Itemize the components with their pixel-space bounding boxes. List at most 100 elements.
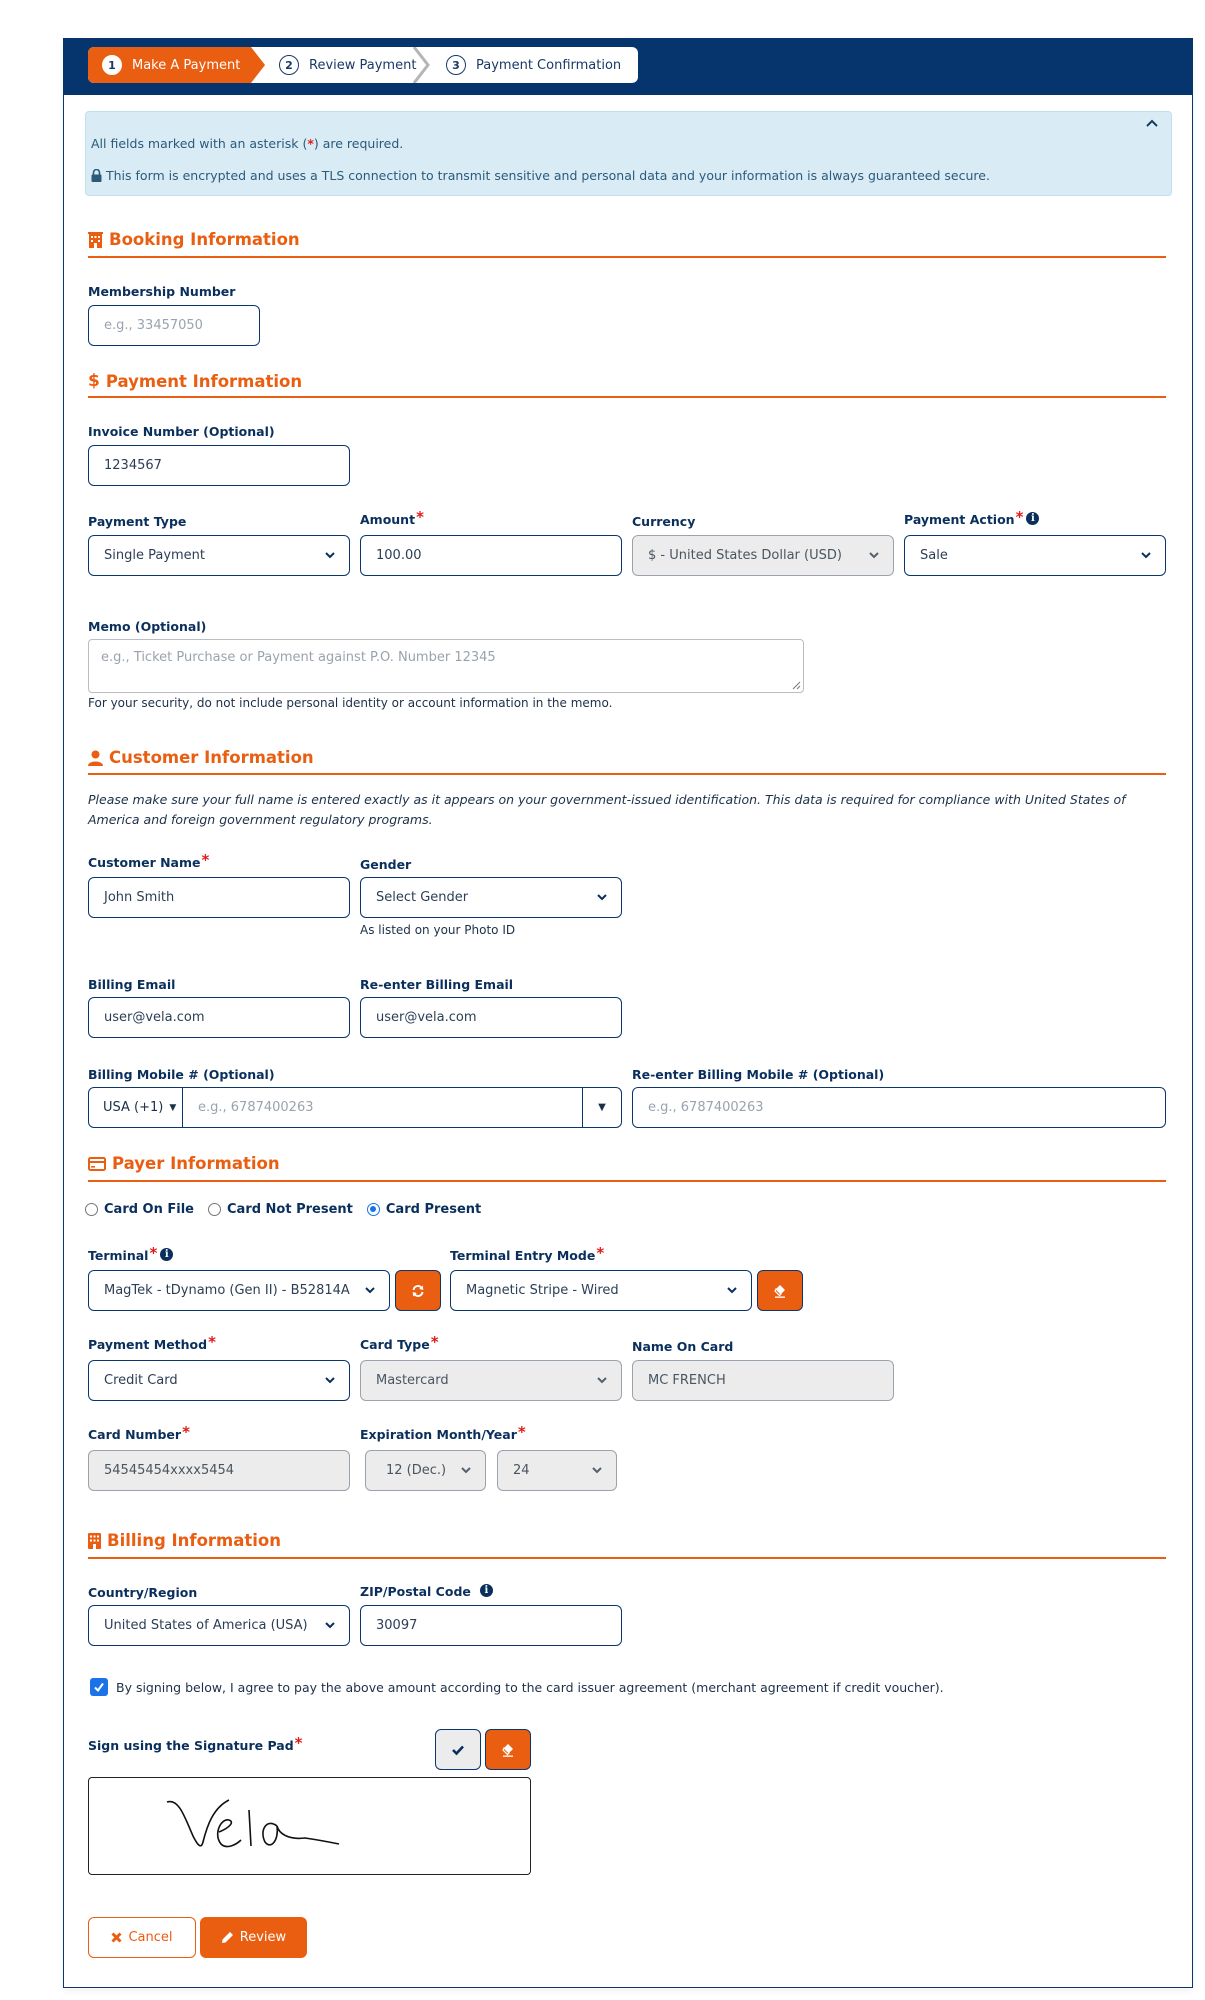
radio-card-present[interactable]: Card Present: [366, 1202, 481, 1217]
refresh-terminals-button[interactable]: [395, 1270, 441, 1311]
payment-method-value: Credit Card: [104, 1373, 178, 1388]
close-icon: [111, 1932, 123, 1943]
required-asterisk: *: [294, 1734, 303, 1752]
expiration-year-select[interactable]: 24: [497, 1450, 617, 1491]
country-code-select[interactable]: USA (+1) ▼: [89, 1088, 183, 1127]
payment-method-label-text: Payment Method: [88, 1337, 208, 1352]
required-asterisk: *: [416, 508, 424, 526]
amount-input[interactable]: 100.00: [360, 535, 622, 576]
required-asterisk: *: [1015, 508, 1024, 526]
info-icon[interactable]: i: [160, 1248, 174, 1261]
billing-mobile-input[interactable]: e.g., 6787400263: [183, 1088, 583, 1127]
check-icon: [452, 1745, 464, 1755]
gender-value: Select Gender: [376, 890, 469, 905]
country-value: United States of America (USA): [104, 1618, 308, 1633]
required-asterisk: *: [201, 851, 210, 869]
terminal-select[interactable]: MagTek - tDynamo (Gen II) - B52814A: [88, 1270, 390, 1311]
step-label: Make A Payment: [132, 57, 241, 73]
customer-name-label-text: Customer Name: [88, 855, 201, 870]
membership-number-input[interactable]: e.g., 33457050: [88, 305, 260, 346]
reenter-billing-email-input[interactable]: user@vela.com: [360, 997, 622, 1038]
payer-mode-radio-group: Card On File Card Not Present Card Prese…: [85, 1202, 481, 1217]
accept-signature-button[interactable]: [435, 1729, 481, 1770]
section-divider: [88, 773, 1166, 775]
name-on-card-input[interactable]: MC FRENCH: [632, 1360, 894, 1401]
caret-down-icon: ▼: [598, 1102, 606, 1113]
payment-action-value: Sale: [920, 548, 948, 563]
card-type-value: Mastercard: [376, 1373, 449, 1388]
building-icon: [88, 1532, 101, 1549]
terminal-entry-mode-select[interactable]: Magnetic Stripe - Wired: [450, 1270, 752, 1311]
required-asterisk: *: [430, 1333, 439, 1351]
step-number: 2: [279, 55, 299, 75]
entry-mode-value: Magnetic Stripe - Wired: [466, 1283, 619, 1298]
chevron-down-icon: [365, 1287, 375, 1294]
chevron-up-icon[interactable]: [1145, 118, 1159, 128]
signature-label-text: Sign using the Signature Pad: [88, 1738, 294, 1753]
payment-action-select[interactable]: Sale: [904, 535, 1166, 576]
terminal-entry-mode-label: Terminal Entry Mode *: [450, 1244, 605, 1264]
radio-button[interactable]: [85, 1203, 98, 1216]
billing-email-input[interactable]: user@vela.com: [88, 997, 350, 1038]
section-billing-title: Billing Information: [88, 1531, 281, 1550]
review-button[interactable]: Review: [200, 1917, 307, 1958]
clear-signature-button[interactable]: [485, 1729, 531, 1770]
payment-type-value: Single Payment: [104, 548, 206, 563]
customer-name-input[interactable]: John Smith: [88, 877, 350, 918]
zip-input[interactable]: 30097: [360, 1605, 622, 1646]
memo-textarea[interactable]: e.g., Ticket Purchase or Payment against…: [88, 639, 804, 693]
section-divider: [88, 1180, 1166, 1182]
membership-label: Membership Number: [88, 284, 236, 299]
terminal-label-text: Terminal: [88, 1248, 149, 1263]
security-note: This form is encrypted and uses a TLS co…: [91, 168, 990, 183]
payment-type-select[interactable]: Single Payment: [88, 535, 350, 576]
refresh-icon: [412, 1284, 424, 1297]
name-on-card-label: Name On Card: [632, 1339, 734, 1354]
billing-email-label: Billing Email: [88, 977, 176, 992]
resize-handle-icon[interactable]: [791, 680, 801, 690]
section-customer-title: Customer Information: [88, 748, 314, 767]
step-payment-confirmation: 3 Payment Confirmation: [426, 47, 621, 83]
required-note-prefix: All fields marked with an asterisk (: [91, 136, 308, 151]
info-icon[interactable]: i: [479, 1584, 493, 1597]
payment-action-label: Payment Action * i: [904, 508, 1040, 527]
section-title-text: Payer Information: [112, 1154, 280, 1173]
country-select[interactable]: United States of America (USA): [88, 1605, 350, 1646]
card-type-select[interactable]: Mastercard: [360, 1360, 622, 1401]
reenter-billing-mobile-label: Re-enter Billing Mobile # (Optional): [632, 1067, 885, 1082]
billing-mobile-group: USA (+1) ▼ e.g., 6787400263 ▼: [88, 1087, 622, 1128]
credit-card-icon: [88, 1156, 106, 1171]
radio-button[interactable]: [366, 1203, 380, 1216]
radio-button[interactable]: [208, 1203, 221, 1216]
expiration-month-select[interactable]: 12 (Dec.): [365, 1450, 486, 1491]
radio-card-not-present[interactable]: Card Not Present: [208, 1202, 353, 1217]
progress-stepper: 1 Make A Payment 2 Review Payment 3 Paym…: [88, 47, 638, 83]
pencil-icon: [221, 1932, 233, 1943]
info-icon[interactable]: i: [1026, 512, 1040, 525]
memo-label: Memo (Optional): [88, 619, 207, 634]
lock-icon: [91, 169, 102, 182]
reenter-billing-mobile-input[interactable]: e.g., 6787400263: [632, 1087, 1166, 1128]
signature-pad[interactable]: [88, 1777, 531, 1875]
radio-card-on-file[interactable]: Card On File: [85, 1202, 194, 1217]
card-type-label: Card Type *: [360, 1333, 439, 1353]
clear-entry-mode-button[interactable]: [757, 1270, 803, 1311]
radio-label: Card Not Present: [227, 1202, 353, 1217]
agreement-checkbox[interactable]: [90, 1678, 108, 1696]
mobile-dropdown-button[interactable]: ▼: [583, 1088, 621, 1127]
zip-label-text: ZIP/Postal Code: [360, 1584, 471, 1599]
card-number-input[interactable]: 54545454xxxx5454: [88, 1450, 350, 1491]
chevron-down-icon: [869, 552, 879, 559]
payment-method-select[interactable]: Credit Card: [88, 1360, 350, 1401]
radio-label: Card On File: [104, 1202, 194, 1217]
agreement-row: By signing below, I agree to pay the abo…: [90, 1678, 944, 1696]
currency-select[interactable]: $ - United States Dollar (USD): [632, 535, 894, 576]
required-asterisk: *: [596, 1244, 605, 1262]
gender-select[interactable]: Select Gender: [360, 877, 622, 918]
section-divider: [88, 256, 1166, 258]
invoice-number-input[interactable]: 1234567: [88, 445, 350, 486]
payment-action-label-text: Payment Action: [904, 512, 1015, 527]
caret-down-icon: ▼: [169, 1102, 177, 1113]
currency-label: Currency: [632, 514, 696, 529]
cancel-button[interactable]: Cancel: [88, 1917, 196, 1958]
